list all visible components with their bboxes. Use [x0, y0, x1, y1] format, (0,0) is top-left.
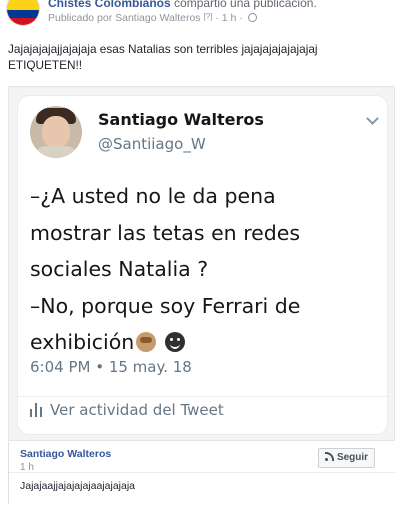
rss-icon: [324, 452, 334, 461]
tweet-line: –¿A usted no le da pena: [30, 184, 276, 208]
tweet-line: sociales Natalia ?: [30, 257, 209, 281]
post-header: Chistes Colombianos compartió una public…: [0, 0, 400, 30]
tweet-activity: Ver actividad del Tweet: [30, 401, 224, 419]
comment-divider: [9, 472, 395, 473]
post-text-line: Jajajajajajjajajaja esas Natalias son te…: [8, 42, 318, 56]
avatar-face: [42, 116, 70, 148]
tweet-activity-label: Ver actividad del Tweet: [50, 401, 224, 419]
flag-red-stripe: [7, 18, 39, 25]
tweet-author-handle: @Santiiago_W: [98, 135, 206, 153]
tweet-divider: [18, 396, 387, 397]
comment-text: Jajajaajjajajajajaajajajaja: [20, 480, 135, 492]
post-header-title: Chistes Colombianos compartió una public…: [48, 0, 317, 10]
tweet-line: –No, porque soy Ferrari de: [30, 293, 301, 318]
tweet-avatar: [30, 106, 82, 158]
tweet-line-with-emojis: exhibición: [30, 324, 382, 361]
comment-author-link[interactable]: Santiago Walteros: [20, 448, 111, 460]
avatar-shirt: [32, 146, 80, 158]
tweet-line: exhibición: [30, 330, 135, 354]
page-name-link[interactable]: Chistes Colombianos: [48, 0, 171, 10]
tweet-body: –¿A usted no le da pena mostrar las teta…: [30, 178, 382, 361]
follow-button-label: Seguir: [336, 452, 369, 463]
published-by[interactable]: Publicado por Santiago Walteros: [48, 12, 201, 24]
tweet-screenshot[interactable]: Santiago Walteros @Santiiago_W –¿A usted…: [8, 86, 395, 441]
flag-blue-stripe: [7, 10, 39, 18]
bar-chart-icon: [30, 403, 44, 417]
published-by-info-marker[interactable]: [?]: [203, 12, 212, 21]
post-meta: Publicado por Santiago Walteros [?] · 1 …: [48, 12, 257, 24]
grinning-face-icon: [164, 332, 185, 352]
post-text-line: ETIQUETEN!!: [8, 58, 83, 72]
see-no-evil-monkey-icon: [136, 332, 157, 352]
tweet-line: mostrar las tetas en redes: [30, 220, 301, 245]
chevron-down-icon: [366, 112, 379, 125]
post-time[interactable]: · 1 h ·: [215, 12, 242, 24]
globe-icon: [247, 13, 257, 22]
post-text: Jajajajajajjajajaja esas Natalias son te…: [8, 41, 393, 73]
page-avatar[interactable]: [6, 0, 40, 26]
tweet-author-name: Santiago Walteros: [98, 110, 264, 129]
shared-text: compartió una publicación.: [170, 0, 317, 10]
tweet-timestamp: 6:04 PM • 15 may. 18: [30, 358, 192, 376]
tweet-card: Santiago Walteros @Santiiago_W –¿A usted…: [17, 95, 388, 435]
shared-comment: Santiago Walteros 1 h Seguir Jajajaajjaj…: [8, 442, 395, 504]
follow-button[interactable]: Seguir: [318, 448, 375, 468]
